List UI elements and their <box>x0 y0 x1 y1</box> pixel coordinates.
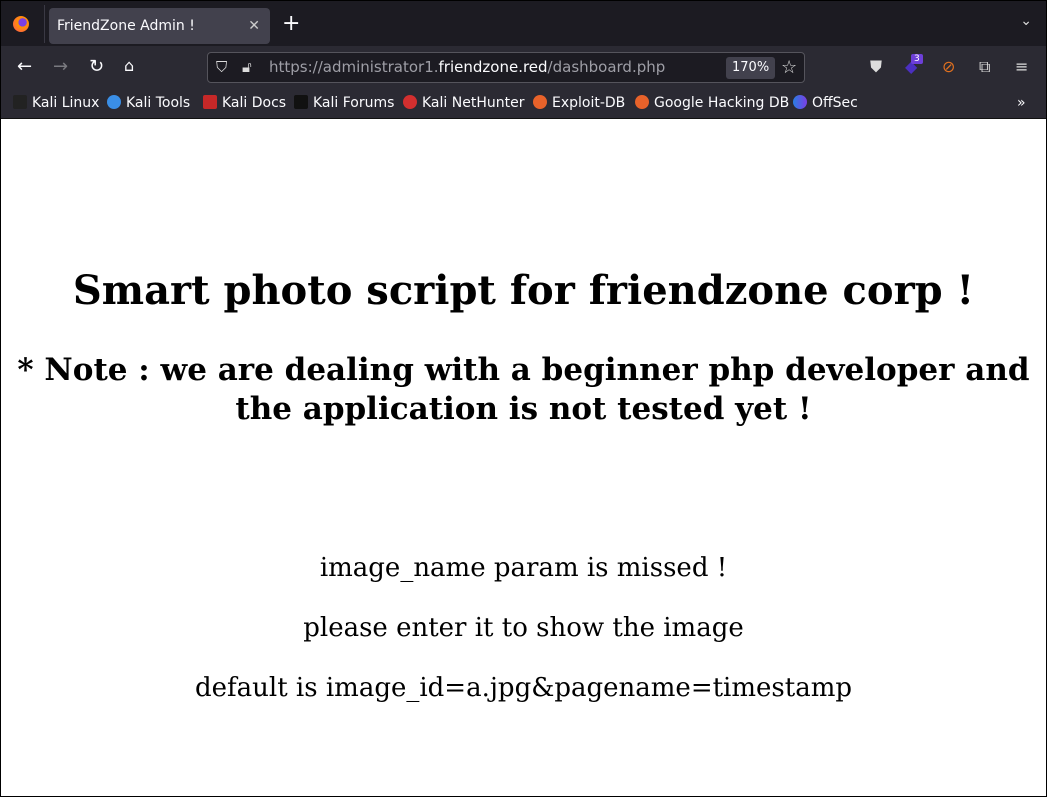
browser-window: FriendZone Admin ! ✕ + ⌄ ← → ↻ ⌂ ⛉ 🔓︎ htt… <box>1 1 1046 796</box>
tab-active[interactable]: FriendZone Admin ! ✕ <box>49 8 270 44</box>
page-content: Smart photo script for friendzone corp !… <box>1 119 1046 796</box>
kali-dragon-icon <box>13 95 27 109</box>
page-title: Smart photo script for friendzone corp ! <box>72 267 975 314</box>
pocket-icon[interactable]: ⛊ <box>870 57 882 77</box>
reload-icon[interactable]: ↻ <box>89 56 104 77</box>
close-tab-icon[interactable]: ✕ <box>248 8 260 44</box>
developer-note: * Note : we are dealing with a beginner … <box>17 352 1030 427</box>
back-icon[interactable]: ← <box>17 56 32 77</box>
shield-icon[interactable]: ⛉ <box>216 53 227 82</box>
url-path: /dashboard.php <box>547 58 666 76</box>
url-domain: friendzone.red <box>438 58 548 76</box>
list-tabs-chevron-down-icon[interactable]: ⌄ <box>1020 13 1032 29</box>
extension-blocked-icon[interactable]: ⊘ <box>942 57 955 76</box>
exploit-db-bug-icon <box>533 95 547 109</box>
bookmark-star-icon[interactable]: ☆ <box>781 53 797 82</box>
bookmarks-bar: Kali Linux Kali Tools Kali Docs Kali For… <box>1 88 1046 119</box>
firefox-icon[interactable] <box>13 16 29 32</box>
instruction-message: please enter it to show the image <box>303 613 744 643</box>
kali-docs-icon <box>203 95 217 109</box>
nav-toolbar: ← → ↻ ⌂ ⛉ 🔓︎ https://administrator1.frie… <box>1 46 1046 88</box>
url-prefix: https://administrator1. <box>269 58 439 76</box>
home-icon[interactable]: ⌂ <box>124 56 134 75</box>
extension-badge: 3 <box>911 54 923 64</box>
bookmark-exploit-db[interactable]: Exploit-DB <box>533 95 625 111</box>
tab-bar: FriendZone Admin ! ✕ + ⌄ <box>1 1 1046 46</box>
kali-forums-icon <box>294 95 308 109</box>
more-bookmarks-chevron-icon[interactable]: » <box>1017 95 1026 111</box>
ghdb-bug-icon <box>635 95 649 109</box>
bookmark-kali-forums[interactable]: Kali Forums <box>294 95 394 111</box>
url-bar[interactable]: ⛉ 🔓︎ https://administrator1.friendzone.r… <box>207 52 805 83</box>
bookmark-kali-linux[interactable]: Kali Linux <box>13 95 99 111</box>
nethunter-icon <box>403 95 417 109</box>
kali-tools-icon <box>107 95 121 109</box>
forward-icon[interactable]: → <box>53 56 68 77</box>
bookmark-kali-tools[interactable]: Kali Tools <box>107 95 190 111</box>
divider <box>44 5 45 43</box>
new-tab-button[interactable]: + <box>282 11 300 36</box>
bookmark-offsec[interactable]: OffSec <box>793 95 858 111</box>
extensions-puzzle-icon[interactable]: ⧉ <box>979 57 990 77</box>
default-param-message: default is image_id=a.jpg&pagename=times… <box>195 673 852 703</box>
offsec-icon <box>793 95 807 109</box>
bookmark-kali-nethunter[interactable]: Kali NetHunter <box>403 95 524 111</box>
insecure-lock-icon[interactable]: 🔓︎ <box>242 53 252 82</box>
bookmark-google-hacking-db[interactable]: Google Hacking DB <box>635 95 789 111</box>
tab-title: FriendZone Admin ! <box>57 18 195 34</box>
menu-hamburger-icon[interactable]: ≡ <box>1015 57 1028 76</box>
zoom-level-button[interactable]: 170% <box>726 57 776 79</box>
bookmark-kali-docs[interactable]: Kali Docs <box>203 95 286 111</box>
missing-param-message: image_name param is missed ! <box>319 553 728 583</box>
